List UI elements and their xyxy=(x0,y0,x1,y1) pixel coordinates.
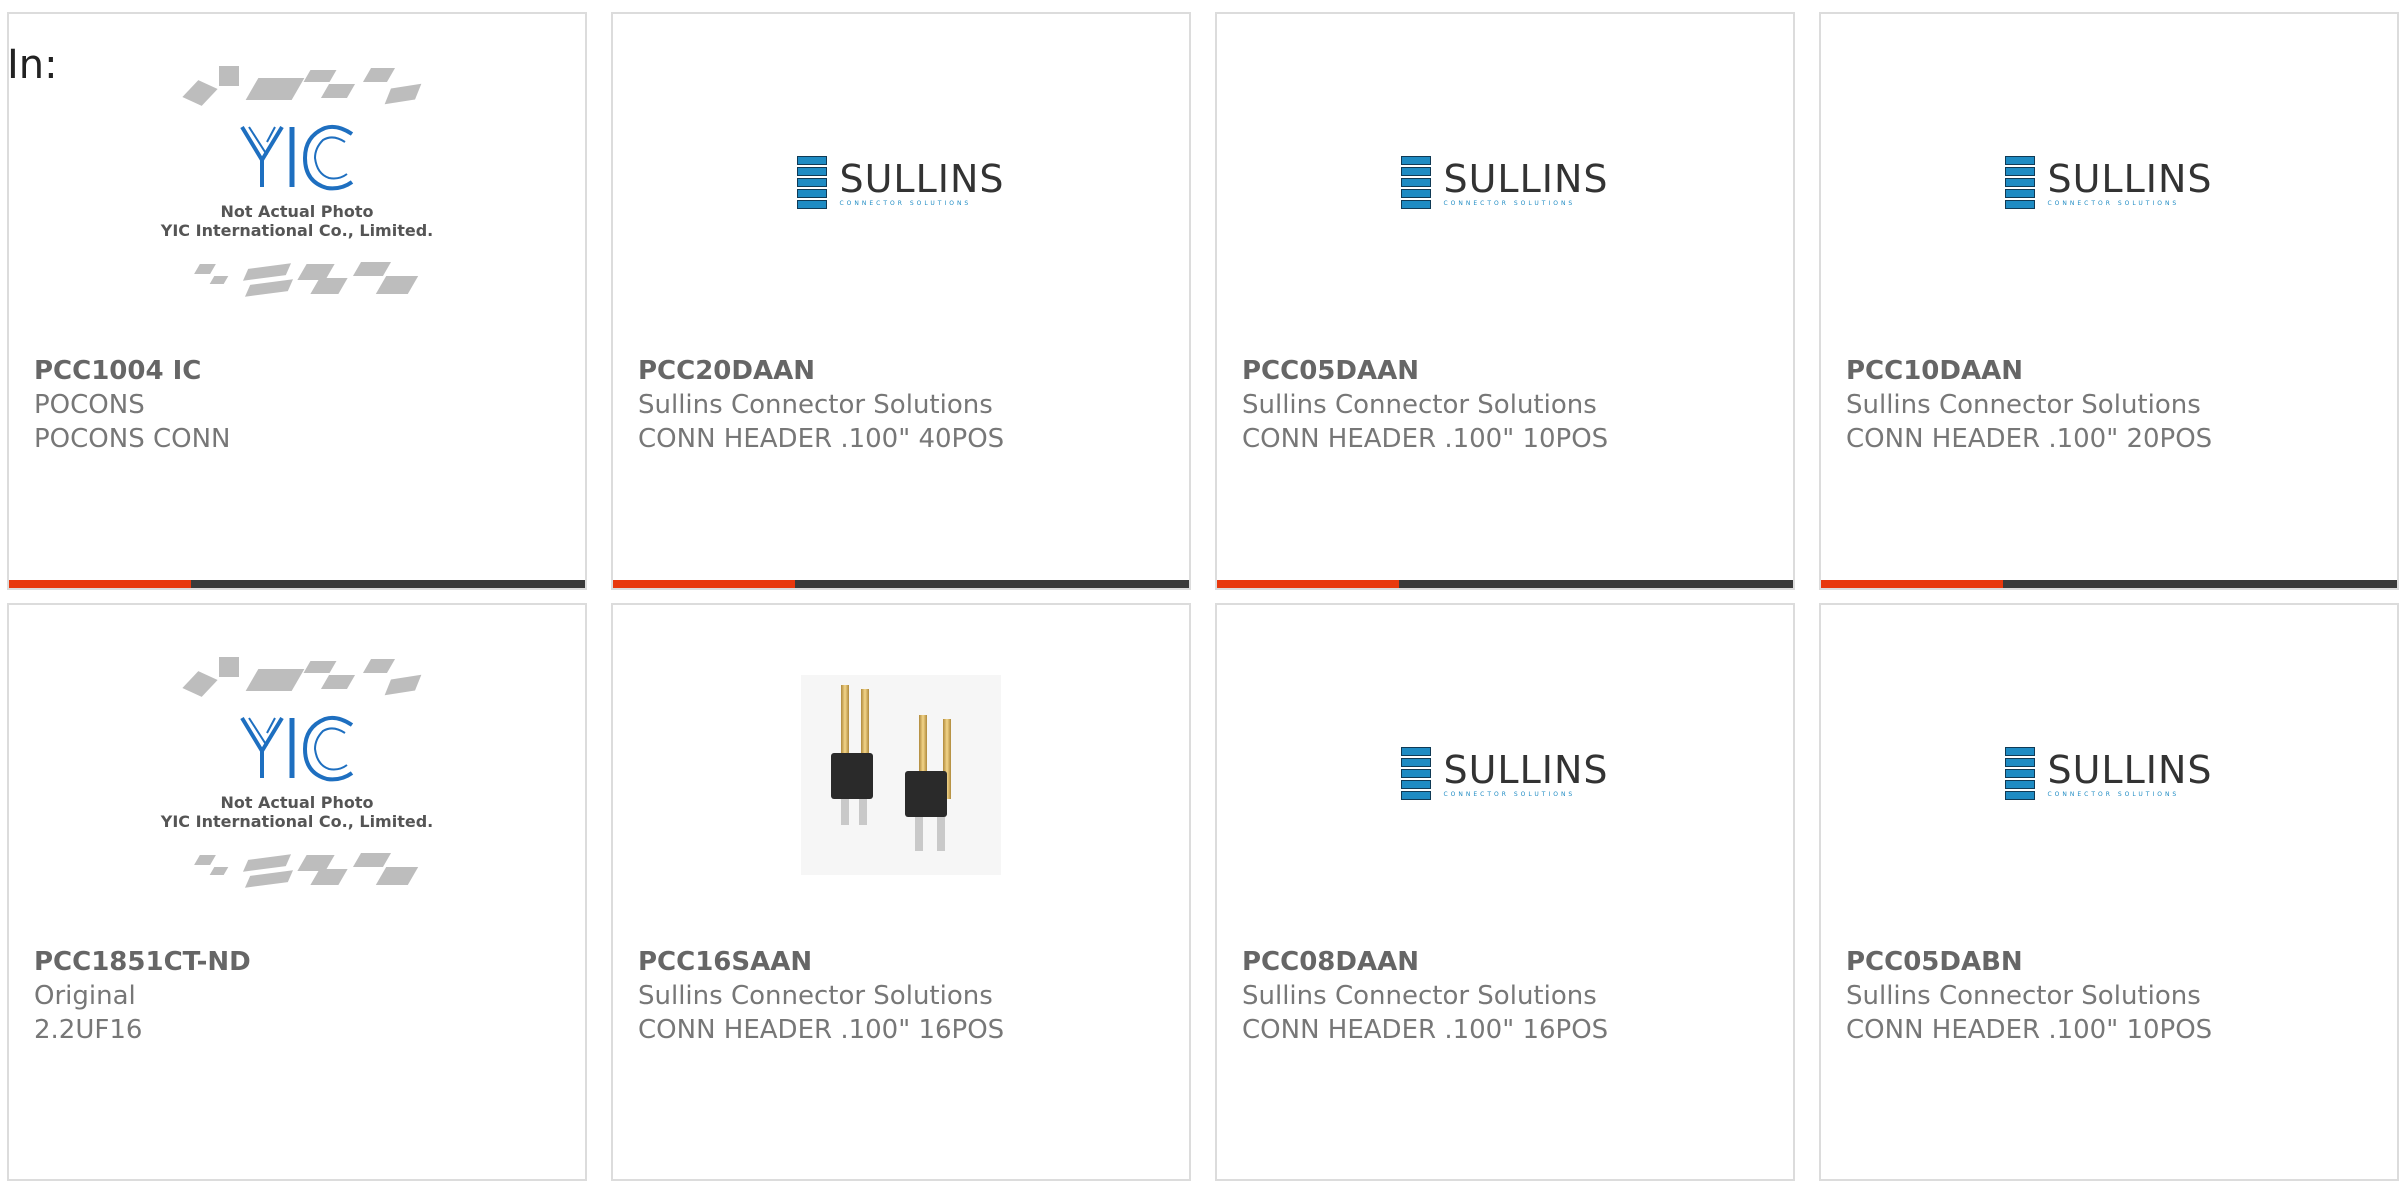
manufacturer: Sullins Connector Solutions xyxy=(1846,390,2201,420)
product-image[interactable]: Not Actual Photo YIC International Co., … xyxy=(9,605,585,945)
manufacturer: Sullins Connector Solutions xyxy=(638,390,993,420)
yic-logo-icon xyxy=(240,124,354,191)
manufacturer: Sullins Connector Solutions xyxy=(638,981,993,1011)
sullins-brand: SULLINS xyxy=(1443,748,1609,792)
product-image[interactable] xyxy=(613,605,1189,945)
yic-logo-icon xyxy=(240,715,354,782)
sullins-tagline: CONNECTOR SOLUTIONS xyxy=(839,200,972,207)
card-bar-accent xyxy=(613,580,795,588)
product-image[interactable]: SULLINS CONNECTOR SOLUTIONS xyxy=(1217,14,1793,354)
manufacturer: Original xyxy=(34,981,136,1011)
product-card[interactable]: Not Actual Photo YIC International Co., … xyxy=(7,603,587,1181)
card-bar-accent xyxy=(1217,580,1399,588)
card-bar-accent xyxy=(1821,580,2003,588)
product-card[interactable]: PCC16SAAN Sullins Connector Solutions CO… xyxy=(611,603,1191,1181)
card-bar-accent xyxy=(9,580,191,588)
product-image[interactable]: SULLINS CONNECTOR SOLUTIONS xyxy=(1217,605,1793,945)
manufacturer: Sullins Connector Solutions xyxy=(1242,981,1597,1011)
description: CONN HEADER .100" 10POS xyxy=(1242,424,1609,454)
manufacturer: Sullins Connector Solutions xyxy=(1846,981,2201,1011)
product-image[interactable]: SULLINS CONNECTOR SOLUTIONS xyxy=(613,14,1189,354)
product-card[interactable]: Not Actual Photo YIC International Co., … xyxy=(7,12,587,590)
description: 2.2UF16 xyxy=(34,1015,143,1045)
description: CONN HEADER .100" 16POS xyxy=(1242,1015,1609,1045)
sullins-brand: SULLINS xyxy=(2047,748,2213,792)
manufacturer: Sullins Connector Solutions xyxy=(1242,390,1597,420)
card-bar xyxy=(1821,580,2397,588)
part-number[interactable]: PCC16SAAN xyxy=(638,945,1179,979)
placeholder-text-line2: YIC International Co., Limited. xyxy=(160,812,434,831)
product-card[interactable]: SULLINS CONNECTOR SOLUTIONS PCC05DABN Su… xyxy=(1819,603,2399,1181)
manufacturer: POCONS xyxy=(34,390,145,420)
part-number[interactable]: PCC05DABN xyxy=(1846,945,2387,979)
sullins-logo-icon: SULLINS CONNECTOR SOLUTIONS xyxy=(2005,156,2212,212)
product-grid: Not Actual Photo YIC International Co., … xyxy=(0,0,2400,1181)
part-number[interactable]: PCC10DAAN xyxy=(1846,354,2387,388)
product-card[interactable]: SULLINS CONNECTOR SOLUTIONS PCC08DAAN Su… xyxy=(1215,603,1795,1181)
sullins-logo-icon: SULLINS CONNECTOR SOLUTIONS xyxy=(1401,156,1608,212)
product-image[interactable]: SULLINS CONNECTOR SOLUTIONS xyxy=(1821,605,2397,945)
description: CONN HEADER .100" 20POS xyxy=(1846,424,2213,454)
sullins-logo-icon: SULLINS CONNECTOR SOLUTIONS xyxy=(797,156,1004,212)
pin-header-photo xyxy=(801,675,1001,875)
yic-placeholder-icon: Not Actual Photo YIC International Co., … xyxy=(157,655,437,895)
placeholder-text-line1: Not Actual Photo xyxy=(220,202,374,221)
card-bar xyxy=(9,580,585,588)
filter-label: In: xyxy=(7,42,58,88)
yic-placeholder-icon: Not Actual Photo YIC International Co., … xyxy=(157,64,437,304)
product-image[interactable]: SULLINS CONNECTOR SOLUTIONS xyxy=(1821,14,2397,354)
description: CONN HEADER .100" 10POS xyxy=(1846,1015,2213,1045)
sullins-tagline: CONNECTOR SOLUTIONS xyxy=(2047,791,2180,798)
sullins-logo-icon: SULLINS CONNECTOR SOLUTIONS xyxy=(1401,747,1608,803)
sullins-brand: SULLINS xyxy=(1443,157,1609,201)
placeholder-text-line2: YIC International Co., Limited. xyxy=(160,221,434,240)
placeholder-text-line1: Not Actual Photo xyxy=(220,793,374,812)
sullins-tagline: CONNECTOR SOLUTIONS xyxy=(1443,791,1576,798)
product-card[interactable]: SULLINS CONNECTOR SOLUTIONS PCC10DAAN Su… xyxy=(1819,12,2399,590)
description: POCONS CONN xyxy=(34,424,231,454)
part-number[interactable]: PCC1004 IC xyxy=(34,354,575,388)
sullins-brand: SULLINS xyxy=(839,157,1005,201)
sullins-brand: SULLINS xyxy=(2047,157,2213,201)
part-number[interactable]: PCC1851CT-ND xyxy=(34,945,575,979)
description: CONN HEADER .100" 16POS xyxy=(638,1015,1005,1045)
product-image[interactable]: Not Actual Photo YIC International Co., … xyxy=(9,14,585,354)
part-number[interactable]: PCC08DAAN xyxy=(1242,945,1783,979)
part-number[interactable]: PCC20DAAN xyxy=(638,354,1179,388)
card-bar xyxy=(1217,580,1793,588)
sullins-logo-icon: SULLINS CONNECTOR SOLUTIONS xyxy=(2005,747,2212,803)
product-card[interactable]: SULLINS CONNECTOR SOLUTIONS PCC05DAAN Su… xyxy=(1215,12,1795,590)
card-bar xyxy=(613,580,1189,588)
sullins-tagline: CONNECTOR SOLUTIONS xyxy=(2047,200,2180,207)
part-number[interactable]: PCC05DAAN xyxy=(1242,354,1783,388)
description: CONN HEADER .100" 40POS xyxy=(638,424,1005,454)
product-card[interactable]: SULLINS CONNECTOR SOLUTIONS PCC20DAAN Su… xyxy=(611,12,1191,590)
sullins-tagline: CONNECTOR SOLUTIONS xyxy=(1443,200,1576,207)
